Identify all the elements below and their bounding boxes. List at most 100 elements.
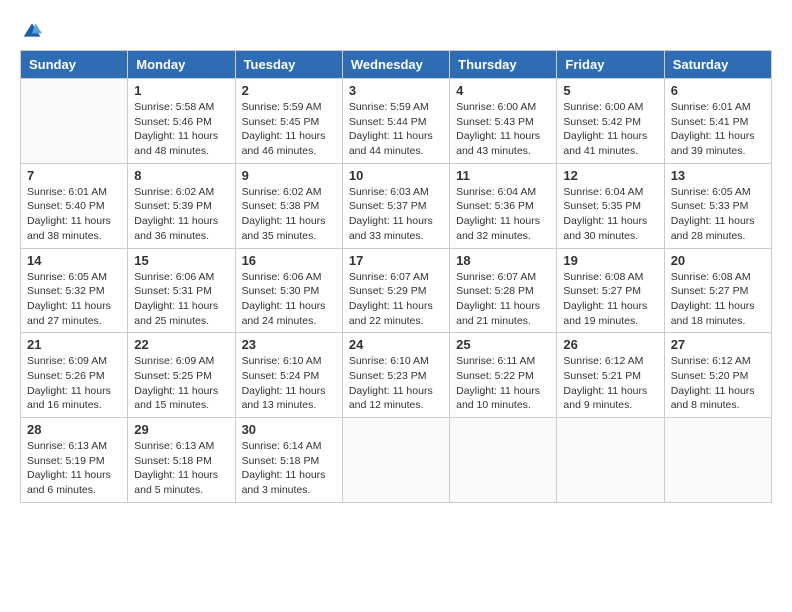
calendar-cell: 10Sunrise: 6:03 AM Sunset: 5:37 PM Dayli… [342, 163, 449, 248]
day-info: Sunrise: 5:59 AM Sunset: 5:44 PM Dayligh… [349, 100, 443, 159]
calendar-header-monday: Monday [128, 51, 235, 79]
calendar-body: 1 Sunrise: 5:58 AM Sunset: 5:46 PM Daylig… [21, 79, 772, 503]
day-info: Sunrise: 6:14 AM Sunset: 5:18 PM Dayligh… [242, 439, 336, 498]
calendar-cell: 9 Sunrise: 6:02 AM Sunset: 5:38 PM Daylig… [235, 163, 342, 248]
day-number: 30 [242, 422, 336, 437]
day-number: 17 [349, 253, 443, 268]
day-number: 27 [671, 337, 765, 352]
calendar-week-row: 1 Sunrise: 5:58 AM Sunset: 5:46 PM Daylig… [21, 79, 772, 164]
day-number: 18 [456, 253, 550, 268]
calendar-cell: 1 Sunrise: 5:58 AM Sunset: 5:46 PM Daylig… [128, 79, 235, 164]
day-number: 2 [242, 83, 336, 98]
day-info: Sunrise: 6:00 AM Sunset: 5:43 PM Dayligh… [456, 100, 550, 159]
calendar-cell: 28 Sunrise: 6:13 AM Sunset: 5:19 PM Dayli… [21, 418, 128, 503]
page-header [20, 20, 772, 40]
day-info: Sunrise: 6:09 AM Sunset: 5:26 PM Dayligh… [27, 354, 121, 413]
day-number: 23 [242, 337, 336, 352]
day-number: 7 [27, 168, 121, 183]
calendar-cell: 27 Sunrise: 6:12 AM Sunset: 5:20 PM Dayli… [664, 333, 771, 418]
calendar-cell [557, 418, 664, 503]
calendar-header-saturday: Saturday [664, 51, 771, 79]
day-info: Sunrise: 6:09 AM Sunset: 5:25 PM Dayligh… [134, 354, 228, 413]
calendar-cell [21, 79, 128, 164]
calendar-cell: 18 Sunrise: 6:07 AM Sunset: 5:28 PM Dayli… [450, 248, 557, 333]
day-number: 9 [242, 168, 336, 183]
day-info: Sunrise: 6:05 AM Sunset: 5:33 PM Dayligh… [671, 185, 765, 244]
day-number: 3 [349, 83, 443, 98]
logo [20, 20, 42, 40]
day-info: Sunrise: 6:08 AM Sunset: 5:27 PM Dayligh… [671, 270, 765, 329]
day-number: 29 [134, 422, 228, 437]
calendar-header-thursday: Thursday [450, 51, 557, 79]
day-info: Sunrise: 6:11 AM Sunset: 5:22 PM Dayligh… [456, 354, 550, 413]
calendar-cell: 2 Sunrise: 5:59 AM Sunset: 5:45 PM Daylig… [235, 79, 342, 164]
day-info: Sunrise: 5:59 AM Sunset: 5:45 PM Dayligh… [242, 100, 336, 159]
calendar-cell: 20 Sunrise: 6:08 AM Sunset: 5:27 PM Dayli… [664, 248, 771, 333]
calendar-table: SundayMondayTuesdayWednesdayThursdayFrid… [20, 50, 772, 503]
day-number: 22 [134, 337, 228, 352]
day-info: Sunrise: 6:01 AM Sunset: 5:41 PM Dayligh… [671, 100, 765, 159]
day-number: 5 [563, 83, 657, 98]
calendar-cell: 25 Sunrise: 6:11 AM Sunset: 5:22 PM Dayli… [450, 333, 557, 418]
day-number: 15 [134, 253, 228, 268]
calendar-week-row: 21 Sunrise: 6:09 AM Sunset: 5:26 PM Dayli… [21, 333, 772, 418]
day-info: Sunrise: 6:04 AM Sunset: 5:35 PM Dayligh… [563, 185, 657, 244]
calendar-week-row: 14Sunrise: 6:05 AM Sunset: 5:32 PM Dayli… [21, 248, 772, 333]
day-number: 1 [134, 83, 228, 98]
day-info: Sunrise: 6:12 AM Sunset: 5:20 PM Dayligh… [671, 354, 765, 413]
day-number: 28 [27, 422, 121, 437]
day-info: Sunrise: 6:13 AM Sunset: 5:18 PM Dayligh… [134, 439, 228, 498]
day-info: Sunrise: 5:58 AM Sunset: 5:46 PM Dayligh… [134, 100, 228, 159]
calendar-cell: 6 Sunrise: 6:01 AM Sunset: 5:41 PM Daylig… [664, 79, 771, 164]
day-number: 16 [242, 253, 336, 268]
day-number: 4 [456, 83, 550, 98]
day-info: Sunrise: 6:13 AM Sunset: 5:19 PM Dayligh… [27, 439, 121, 498]
calendar-cell: 26Sunrise: 6:12 AM Sunset: 5:21 PM Dayli… [557, 333, 664, 418]
calendar-cell: 21 Sunrise: 6:09 AM Sunset: 5:26 PM Dayli… [21, 333, 128, 418]
calendar-cell: 24Sunrise: 6:10 AM Sunset: 5:23 PM Dayli… [342, 333, 449, 418]
calendar-cell: 5Sunrise: 6:00 AM Sunset: 5:42 PM Daylig… [557, 79, 664, 164]
calendar-cell: 12 Sunrise: 6:04 AM Sunset: 5:35 PM Dayli… [557, 163, 664, 248]
calendar-cell: 23 Sunrise: 6:10 AM Sunset: 5:24 PM Dayli… [235, 333, 342, 418]
calendar-cell: 3 Sunrise: 5:59 AM Sunset: 5:44 PM Daylig… [342, 79, 449, 164]
calendar-cell: 17 Sunrise: 6:07 AM Sunset: 5:29 PM Dayli… [342, 248, 449, 333]
calendar-week-row: 28 Sunrise: 6:13 AM Sunset: 5:19 PM Dayli… [21, 418, 772, 503]
day-info: Sunrise: 6:07 AM Sunset: 5:29 PM Dayligh… [349, 270, 443, 329]
day-info: Sunrise: 6:06 AM Sunset: 5:30 PM Dayligh… [242, 270, 336, 329]
day-info: Sunrise: 6:06 AM Sunset: 5:31 PM Dayligh… [134, 270, 228, 329]
day-info: Sunrise: 6:10 AM Sunset: 5:24 PM Dayligh… [242, 354, 336, 413]
day-info: Sunrise: 6:10 AM Sunset: 5:23 PM Dayligh… [349, 354, 443, 413]
calendar-header-row: SundayMondayTuesdayWednesdayThursdayFrid… [21, 51, 772, 79]
day-info: Sunrise: 6:12 AM Sunset: 5:21 PM Dayligh… [563, 354, 657, 413]
calendar-cell: 19Sunrise: 6:08 AM Sunset: 5:27 PM Dayli… [557, 248, 664, 333]
day-number: 12 [563, 168, 657, 183]
calendar-header-friday: Friday [557, 51, 664, 79]
calendar-cell: 15 Sunrise: 6:06 AM Sunset: 5:31 PM Dayli… [128, 248, 235, 333]
day-number: 20 [671, 253, 765, 268]
calendar-week-row: 7 Sunrise: 6:01 AM Sunset: 5:40 PM Daylig… [21, 163, 772, 248]
calendar-header-sunday: Sunday [21, 51, 128, 79]
calendar-header-wednesday: Wednesday [342, 51, 449, 79]
day-info: Sunrise: 6:07 AM Sunset: 5:28 PM Dayligh… [456, 270, 550, 329]
calendar-cell [664, 418, 771, 503]
day-number: 6 [671, 83, 765, 98]
calendar-cell: 16 Sunrise: 6:06 AM Sunset: 5:30 PM Dayli… [235, 248, 342, 333]
calendar-cell: 13Sunrise: 6:05 AM Sunset: 5:33 PM Dayli… [664, 163, 771, 248]
day-number: 21 [27, 337, 121, 352]
calendar-cell [450, 418, 557, 503]
calendar-cell: 4 Sunrise: 6:00 AM Sunset: 5:43 PM Daylig… [450, 79, 557, 164]
day-number: 11 [456, 168, 550, 183]
day-number: 14 [27, 253, 121, 268]
calendar-cell: 30 Sunrise: 6:14 AM Sunset: 5:18 PM Dayli… [235, 418, 342, 503]
calendar-cell: 11Sunrise: 6:04 AM Sunset: 5:36 PM Dayli… [450, 163, 557, 248]
day-info: Sunrise: 6:02 AM Sunset: 5:38 PM Dayligh… [242, 185, 336, 244]
day-number: 25 [456, 337, 550, 352]
day-number: 10 [349, 168, 443, 183]
calendar-cell: 8 Sunrise: 6:02 AM Sunset: 5:39 PM Daylig… [128, 163, 235, 248]
day-info: Sunrise: 6:02 AM Sunset: 5:39 PM Dayligh… [134, 185, 228, 244]
calendar-cell: 29 Sunrise: 6:13 AM Sunset: 5:18 PM Dayli… [128, 418, 235, 503]
day-info: Sunrise: 6:01 AM Sunset: 5:40 PM Dayligh… [27, 185, 121, 244]
calendar-cell: 22 Sunrise: 6:09 AM Sunset: 5:25 PM Dayli… [128, 333, 235, 418]
logo-icon [22, 20, 42, 40]
day-number: 8 [134, 168, 228, 183]
